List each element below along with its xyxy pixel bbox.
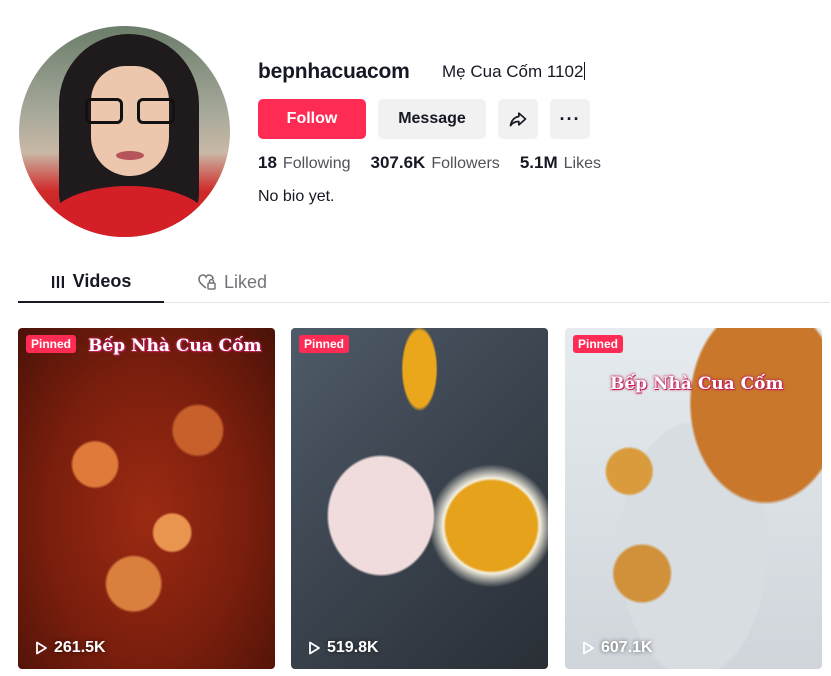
play-icon [309, 641, 320, 655]
view-count-text: 607.1K [601, 639, 653, 656]
following-stat[interactable]: 18 Following [258, 153, 351, 173]
profile-tabs: Videos Liked [18, 262, 830, 303]
bio-text: No bio yet. [258, 188, 335, 205]
pinned-badge: Pinned [26, 335, 77, 353]
pinned-badge: Pinned [573, 335, 624, 353]
video-watermark: Bếp Nhà Cua Cốm [610, 374, 784, 394]
likes-stat: 5.1M Likes [520, 153, 601, 173]
avatar-lips [116, 151, 144, 160]
followers-stat[interactable]: 307.6K Followers [371, 153, 500, 173]
nickname: Mẹ Cua Cốm 1102 [442, 62, 586, 82]
pinned-badge: Pinned [299, 335, 350, 353]
avatar[interactable] [19, 26, 230, 237]
text-caret [584, 62, 586, 80]
view-count: 519.8K [307, 639, 379, 657]
video-card[interactable]: Pinned Bếp Nhà Cua Cốm 261.5K [18, 328, 275, 669]
video-card[interactable]: Pinned 519.8K [291, 328, 548, 669]
nickname-text: Mẹ Cua Cốm 1102 [442, 62, 584, 81]
view-count-text: 261.5K [54, 639, 106, 656]
followers-count: 307.6K [370, 153, 426, 172]
profile-stats: 18 Following 307.6K Followers 5.1M Likes [258, 153, 601, 173]
tab-videos[interactable]: Videos [18, 262, 164, 303]
followers-label: Followers [431, 155, 500, 172]
view-count-text: 519.8K [327, 639, 379, 656]
message-button[interactable]: Message [378, 99, 486, 139]
view-count: 607.1K [581, 639, 653, 657]
video-card[interactable]: Pinned Bếp Nhà Cua Cốm 607.1K [565, 328, 822, 669]
username: bepnhacuacom [258, 60, 410, 83]
tab-liked[interactable]: Liked [198, 262, 267, 302]
share-button[interactable] [498, 99, 538, 139]
more-button[interactable]: ··· [550, 99, 590, 139]
likes-label: Likes [563, 155, 601, 172]
play-icon [583, 641, 594, 655]
tab-videos-label: Videos [72, 271, 132, 291]
tab-liked-label: Liked [224, 271, 268, 292]
more-icon: ··· [559, 108, 581, 129]
likes-count: 5.1M [519, 153, 558, 172]
share-icon [509, 112, 527, 127]
heart-lock-icon [198, 274, 216, 290]
view-count: 261.5K [34, 639, 106, 657]
video-watermark: Bếp Nhà Cua Cốm [88, 336, 262, 356]
play-icon [36, 641, 47, 655]
avatar-glasses [85, 98, 175, 124]
follow-button[interactable]: Follow [258, 99, 366, 139]
grid-icon [51, 275, 64, 288]
following-label: Following [282, 155, 351, 172]
following-count: 18 [258, 153, 277, 172]
